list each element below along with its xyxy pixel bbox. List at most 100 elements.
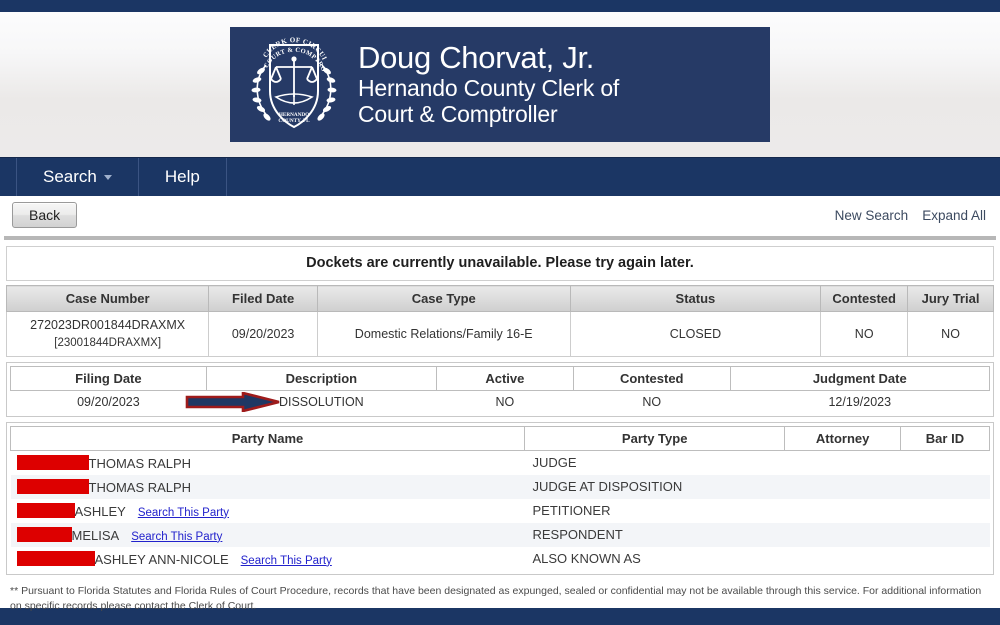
cell-jury-trial: NO [907,311,994,357]
nav-item-search[interactable]: Search [16,158,139,196]
table-header-row: Party Name Party Type Attorney Bar ID [10,425,991,451]
col-party-type: Party Type [523,425,786,451]
search-this-party-link[interactable]: Search This Party [241,555,332,567]
party-name-value: THOMAS RALPH [88,479,192,495]
cell-attorney [784,498,901,523]
redaction-bar [16,478,89,494]
cell-bar-id [900,546,990,571]
toolbar-links: New Search Expand All [835,208,992,223]
chevron-down-icon [103,174,112,180]
county-seal-icon: CLERK OF CIRCUIT COURT & COMPTROLLER HER… [246,35,342,135]
case-number-alt-value: [23001844DRAXMX] [54,336,162,349]
col-filed-date: Filed Date [208,285,318,312]
cell-case-type: Domestic Relations/Family 16-E [316,311,571,357]
col-judgment-date: Judgment Date [729,365,991,391]
table-row: ASHLEY ANN-NICOLE Search This Party ALSO … [10,546,990,571]
col-party-name: Party Name [10,425,525,451]
agency-title-block: Doug Chorvat, Jr. Hernando County Clerk … [358,41,619,127]
cell-bar-id [900,474,990,499]
new-search-link[interactable]: New Search [835,208,909,223]
filing-table: Filing Date Description Active Contested… [10,365,991,413]
col-bar-id: Bar ID [899,425,991,451]
cell-bar-id [900,522,990,547]
agency-logo-banner: CLERK OF CIRCUIT COURT & COMPTROLLER HER… [230,27,770,142]
col-filing-contested: Contested [572,365,731,391]
party-name-value: MELISA [71,527,120,543]
cell-contested: NO [820,311,909,357]
nav-item-search-label: Search [43,167,97,186]
agency-subtitle-line1: Hernando County Clerk of [358,75,620,102]
cell-attorney [784,546,901,571]
search-this-party-link[interactable]: Search This Party [131,531,222,543]
cell-bar-id [900,450,990,475]
case-summary-table: Case Number Filed Date Case Type Status … [5,285,994,357]
table-row: 09/20/2023 DISSOLUTION NO NO 12/19/2023 [10,390,990,413]
cell-filing-contested: NO [573,390,731,413]
main-navigation-bar: Search Help [0,157,1000,196]
site-masthead: CLERK OF CIRCUIT COURT & COMPTROLLER HER… [0,12,1000,157]
table-row: ASHLEY Search This Party PETITIONER [10,498,990,523]
agency-name: Doug Chorvat, Jr. [358,40,595,76]
redaction-bar [16,550,95,566]
cell-description: DISSOLUTION [206,390,437,413]
search-this-party-link[interactable]: Search This Party [138,507,229,519]
col-attorney: Attorney [784,425,901,451]
table-row: MELISA Search This Party RESPONDENT [10,522,990,547]
browser-top-bar [0,0,1000,12]
cell-party-type: ALSO KNOWN AS [524,546,785,571]
cell-status: CLOSED [569,311,822,357]
cell-filing-date: 09/20/2023 [10,390,207,413]
cell-party-type: RESPONDENT [524,522,785,547]
page-toolbar: Back New Search Expand All [0,196,1000,234]
table-row: THOMAS RALPH JUDGE [10,450,990,475]
table-row: THOMAS RALPH JUDGE AT DISPOSITION [10,474,990,499]
svg-text:COUNTY, FL: COUNTY, FL [278,118,310,124]
cell-party-name: THOMAS RALPH [10,474,525,499]
main-content: Dockets are currently unavailable. Pleas… [0,240,1000,614]
col-case-number: Case Number [5,285,210,312]
case-number-value: 272023DR001844DRAXMX [30,318,186,332]
cell-party-type: JUDGE [524,450,785,475]
cell-attorney [784,522,901,547]
party-name-value: ASHLEY [74,503,126,519]
filing-table-container: Filing Date Description Active Contested… [6,361,994,417]
cell-active: NO [436,390,574,413]
redaction-bar [16,526,72,542]
cell-party-name: THOMAS RALPH [10,450,525,475]
cell-attorney [784,450,901,475]
nav-item-help-label: Help [164,167,200,186]
redaction-bar [16,502,75,518]
page-frame: CLERK OF CIRCUIT COURT & COMPTROLLER HER… [0,12,1000,612]
party-name-value: ASHLEY ANN-NICOLE [94,551,229,567]
redaction-bar [16,454,89,470]
docket-unavailable-notice: Dockets are currently unavailable. Pleas… [6,246,994,281]
cell-bar-id [900,498,990,523]
col-jury-trial: Jury Trial [907,285,994,312]
agency-subtitle-line2: Court & Comptroller [358,100,558,127]
cell-party-name: MELISA Search This Party [10,522,525,547]
back-button[interactable]: Back [12,202,78,228]
party-table-body: THOMAS RALPH JUDGE THOMAS RALPH JUDGE AT… [10,450,990,571]
party-table-container: Party Name Party Type Attorney Bar ID TH… [6,421,994,575]
party-name-value: THOMAS RALPH [88,455,192,471]
party-table: Party Name Party Type Attorney Bar ID TH… [10,425,991,571]
col-filing-date: Filing Date [10,365,207,391]
cell-judgment-date: 12/19/2023 [730,390,990,413]
cell-party-type: JUDGE AT DISPOSITION [524,474,785,499]
table-header-row: Case Number Filed Date Case Type Status … [5,285,994,312]
cell-party-name: ASHLEY ANN-NICOLE Search This Party [10,546,525,571]
records-disclaimer-footnote: ** Pursuant to Florida Statutes and Flor… [10,584,982,612]
cell-party-name: ASHLEY Search This Party [10,498,525,523]
cell-filed-date: 09/20/2023 [208,311,318,357]
expand-all-link[interactable]: Expand All [922,208,986,223]
col-contested: Contested [820,285,909,312]
cell-case-number: 272023DR001844DRAXMX [23001844DRAXMX] [5,311,210,357]
col-description: Description [205,365,437,391]
cell-attorney [784,474,901,499]
table-header-row: Filing Date Description Active Contested… [10,365,991,391]
table-row: 272023DR001844DRAXMX [23001844DRAXMX] 09… [5,311,994,357]
cell-party-type: PETITIONER [524,498,785,523]
col-active: Active [435,365,574,391]
col-case-type: Case Type [316,285,571,312]
nav-item-help[interactable]: Help [139,158,227,196]
